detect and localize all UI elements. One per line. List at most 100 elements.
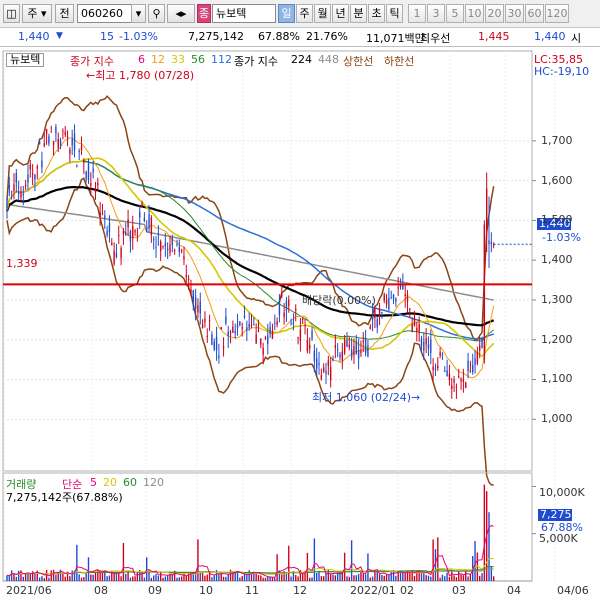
- search-icon: ⚲: [152, 7, 161, 20]
- volume-bar: [113, 572, 115, 581]
- candle-body: [166, 248, 169, 251]
- volume-bar: [488, 512, 490, 581]
- candle-body: [10, 191, 13, 193]
- period-tab[interactable]: 일: [278, 4, 295, 23]
- candle-body: [22, 193, 24, 195]
- volume-bar: [346, 576, 348, 581]
- ma-legend-extra: 224 448: [291, 53, 345, 66]
- candle-body: [458, 376, 460, 378]
- candle-body: [64, 131, 66, 135]
- candle-body: [232, 326, 234, 333]
- candle-body: [101, 213, 104, 215]
- volume-y-label-2: 5,000K: [539, 532, 578, 545]
- candle-body: [211, 334, 213, 345]
- code-dropdown-button[interactable]: ▾: [131, 4, 146, 23]
- candle-body: [295, 308, 297, 311]
- candle-body: [253, 324, 255, 326]
- interval-tab[interactable]: 10: [465, 4, 484, 23]
- candle-body: [111, 242, 113, 246]
- volume-bar: [150, 577, 153, 581]
- stock-code-input[interactable]: 060260: [77, 4, 132, 23]
- volume-bar: [129, 577, 132, 581]
- market-mode-select[interactable]: 주 ▾: [22, 4, 52, 23]
- market-mode-label: 주: [27, 7, 38, 20]
- candle-body: [78, 150, 80, 152]
- candle-body: [465, 382, 467, 389]
- volume-bar: [290, 576, 292, 581]
- volume-bar: [10, 570, 13, 581]
- volume-bar: [469, 574, 472, 581]
- volume-bar: [206, 574, 208, 581]
- candle-body: [155, 246, 157, 248]
- period-tab[interactable]: 주: [296, 4, 313, 23]
- candle-body: [302, 318, 304, 320]
- period-tab[interactable]: 초: [368, 4, 385, 23]
- candle-body: [76, 165, 78, 167]
- volume-bar: [455, 577, 458, 581]
- candle-body: [208, 320, 211, 322]
- candle-body: [73, 133, 76, 151]
- ma-legend: 6 12 33 56 112: [138, 53, 238, 66]
- low-note: 최저 1,060 (02/24): [312, 391, 412, 404]
- volume-bar: [378, 574, 381, 581]
- ma-legend-item: 448: [318, 53, 339, 66]
- volume-bar: [134, 576, 136, 581]
- quote-change-pct: -1.03%: [119, 30, 158, 43]
- period-tab[interactable]: 년: [332, 4, 349, 23]
- window-icon[interactable]: ◫: [3, 4, 20, 23]
- candle-body: [369, 326, 371, 329]
- period-tab[interactable]: 틱: [386, 4, 403, 23]
- interval-tab[interactable]: 3: [427, 4, 445, 23]
- stock-name-field[interactable]: 뉴보텍: [212, 4, 276, 23]
- candle-body: [395, 298, 397, 302]
- candle-body: [276, 321, 278, 325]
- quote-pref-label: 최우선: [420, 32, 451, 45]
- candle-body: [381, 312, 383, 314]
- candle-body: [397, 287, 399, 289]
- interval-tab[interactable]: 120: [545, 4, 569, 23]
- interval-tab[interactable]: 5: [446, 4, 464, 23]
- candle-body: [213, 341, 215, 350]
- interval-tab[interactable]: 20: [485, 4, 504, 23]
- volume-bar: [353, 575, 355, 581]
- all-toggle-button[interactable]: 전: [55, 4, 74, 23]
- candle-body: [146, 228, 148, 231]
- search-button[interactable]: ⚲: [148, 4, 165, 23]
- candle-body: [243, 315, 246, 318]
- volume-bar: [197, 539, 199, 581]
- volume-bar: [302, 573, 304, 581]
- quote-bid: 1,440: [534, 30, 566, 43]
- period-tab[interactable]: 분: [350, 4, 367, 23]
- volume-bar: [399, 572, 402, 581]
- volume-bar: [71, 570, 73, 581]
- x-axis-label: 09: [148, 584, 162, 597]
- interval-tab[interactable]: 1: [408, 4, 426, 23]
- candle-body: [250, 324, 253, 327]
- candle-body: [148, 214, 150, 229]
- interval-tab[interactable]: 30: [505, 4, 524, 23]
- volume-y-label: 10,000K: [539, 486, 585, 499]
- candle-body: [187, 278, 190, 280]
- candle-body: [462, 378, 465, 383]
- volume-bar: [357, 573, 360, 581]
- candle-body: [129, 231, 132, 242]
- candle-body: [59, 140, 62, 146]
- volume-bar: [425, 575, 427, 581]
- candle-body: [269, 326, 271, 335]
- period-tab[interactable]: 월: [314, 4, 331, 23]
- interval-tab[interactable]: 60: [525, 4, 544, 23]
- candle-body: [490, 242, 493, 245]
- volume-bar: [395, 575, 397, 581]
- candle-body: [36, 166, 38, 169]
- stock-chart[interactable]: [0, 47, 600, 600]
- candle-body: [183, 256, 185, 260]
- prev-next-stock-button[interactable]: ◂▸: [167, 4, 195, 23]
- candle-body: [341, 351, 344, 361]
- candle-body: [285, 301, 288, 311]
- candle-body: [113, 250, 115, 264]
- x-axis-label: 11: [245, 584, 259, 597]
- candle-body: [41, 160, 43, 168]
- candle-body: [390, 297, 392, 299]
- volume-bar: [437, 537, 439, 581]
- candle-body: [157, 234, 160, 236]
